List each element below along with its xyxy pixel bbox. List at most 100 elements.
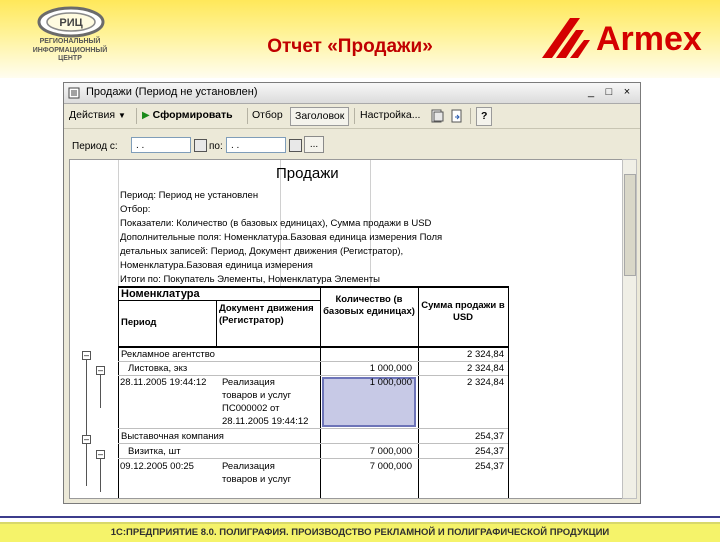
report-param-line: Номенклатура.Базовая единица измерения <box>120 260 313 271</box>
period-from-label: Период с: <box>72 141 118 152</box>
row-document-line: Реализация <box>222 461 275 472</box>
table-border <box>118 286 119 498</box>
collapse-group-icon[interactable]: – <box>82 435 91 444</box>
row-sum: 2 324,84 <box>467 377 504 388</box>
report-table: Номенклатура Период Документ движения (Р… <box>118 286 509 498</box>
col-sum: Сумма продажи в USD <box>421 300 505 323</box>
row-date: 09.12.2005 00:25 <box>120 461 194 472</box>
row-qty: 1 000,000 <box>369 377 412 388</box>
collapse-group-icon[interactable]: – <box>96 366 105 375</box>
report-param-line: Итоги по: Покупатель Элементы, Номенклат… <box>120 274 380 285</box>
row-divider <box>118 428 508 429</box>
save-settings-icon[interactable] <box>430 109 444 123</box>
period-to-input[interactable]: . . <box>226 137 286 153</box>
row-document-line: Реализация <box>222 377 275 388</box>
row-sum: 2 324,84 <box>467 349 504 360</box>
report-window: Продажи (Период не установлен) _ □ × Дей… <box>63 82 641 504</box>
row-item-name: Визитка, шт <box>128 446 181 457</box>
rits-logo-text: РЕГИОНАЛЬНЫЙ ИНФОРМАЦИОННЫЙ ЦЕНТР <box>32 38 108 62</box>
vertical-scrollbar[interactable] <box>622 159 637 499</box>
group-line <box>86 356 87 486</box>
row-qty: 7 000,000 <box>369 446 412 457</box>
row-date: 28.11.2005 19:44:12 <box>120 377 207 388</box>
toolbar-separator <box>354 108 355 124</box>
col-period: Период <box>121 317 157 328</box>
settings-button[interactable]: Настройка... <box>360 107 420 124</box>
row-divider <box>118 361 508 362</box>
report-toolbar: Действия ▼ ▶ Сформировать Отбор Заголово… <box>64 104 640 129</box>
report-param-line: детальных записей: Период, Документ движ… <box>120 246 404 257</box>
col-quantity: Количество (в базовых единицах) <box>323 294 415 317</box>
play-icon: ▶ <box>142 110 150 121</box>
row-divider <box>118 458 508 459</box>
toolbar-separator <box>470 108 471 124</box>
report-title: Продажи <box>276 165 339 182</box>
slide-title: Отчет «Продажи» <box>267 36 433 57</box>
chevron-down-icon: ▼ <box>117 111 126 120</box>
grid-line <box>118 160 119 286</box>
filter-button[interactable]: Отбор <box>252 107 283 124</box>
table-border <box>118 346 508 348</box>
generate-button[interactable]: ▶ Сформировать <box>142 107 233 124</box>
row-document-line: ПС000002 от <box>222 403 280 414</box>
close-button[interactable]: × <box>620 85 634 99</box>
window-title: Продажи (Период не установлен) <box>86 86 258 98</box>
header-toggle-button[interactable]: Заголовок <box>290 107 350 126</box>
armex-wordmark: Armex <box>596 20 702 58</box>
generate-label: Сформировать <box>152 109 233 121</box>
report-spreadsheet[interactable]: Продажи Период: Период не установлен Отб… <box>69 159 624 499</box>
row-document-line: товаров и услуг <box>222 474 292 485</box>
period-bar: Период с: . . по: . . ... <box>64 129 640 159</box>
collapse-group-icon[interactable]: – <box>82 351 91 360</box>
row-qty: 7 000,000 <box>369 461 412 472</box>
slide-footer: 1С:ПРЕДПРИЯТИЕ 8.0. ПОЛИГРАФИЯ. ПРОИЗВОД… <box>0 522 720 542</box>
toolbar-separator <box>247 108 248 124</box>
slide-header: РИЦ РЕГИОНАЛЬНЫЙ ИНФОРМАЦИОННЫЙ ЦЕНТР От… <box>0 0 720 78</box>
actions-menu[interactable]: Действия ▼ <box>69 107 126 124</box>
group-line <box>100 372 101 408</box>
help-button[interactable]: ? <box>476 107 493 126</box>
report-param-line: Период: Период не установлен <box>120 190 259 201</box>
row-customer-name: Выставочная компания <box>121 431 224 442</box>
calendar-icon[interactable] <box>289 139 302 152</box>
table-border <box>508 286 509 498</box>
restore-settings-icon[interactable] <box>450 109 464 123</box>
report-icon <box>68 87 80 99</box>
period-select-button[interactable]: ... <box>304 136 324 153</box>
report-param-line: Дополнительные поля: Номенклатура.Базова… <box>120 232 443 243</box>
row-sum: 254,37 <box>474 431 504 442</box>
minimize-button[interactable]: _ <box>584 85 598 99</box>
armex-logo-icon: Armex <box>542 18 702 58</box>
collapse-group-icon[interactable]: – <box>96 450 105 459</box>
row-document-line: 28.11.2005 19:44:12 <box>222 416 309 427</box>
rits-abbrev: РИЦ <box>59 17 82 29</box>
row-item-name: Листовка, экз <box>128 363 188 374</box>
rits-logo-icon: РИЦ <box>37 6 105 38</box>
row-customer-name: Рекламное агентство <box>121 349 215 360</box>
col-document: Документ движения (Регистратор) <box>219 303 314 326</box>
row-sum: 254,37 <box>474 446 504 457</box>
row-qty: 1 000,000 <box>369 363 412 374</box>
footer-text: 1С:ПРЕДПРИЯТИЕ 8.0. ПОЛИГРАФИЯ. ПРОИЗВОД… <box>110 527 610 538</box>
table-border <box>320 286 321 498</box>
window-titlebar: Продажи (Период не установлен) _ □ × <box>64 83 640 104</box>
scrollbar-thumb[interactable] <box>624 174 636 276</box>
report-param-line: Отбор: <box>120 204 151 215</box>
row-sum: 2 324,84 <box>467 363 504 374</box>
table-border <box>418 286 419 498</box>
row-document-line: товаров и услуг <box>222 390 292 401</box>
col-nomenclature: Номенклатура <box>121 288 200 300</box>
period-from-input[interactable]: . . <box>131 137 191 153</box>
period-to-label: по: <box>209 141 223 152</box>
row-divider <box>118 443 508 444</box>
actions-label: Действия <box>69 109 116 121</box>
report-param-line: Показатели: Количество (в базовых единиц… <box>120 218 432 229</box>
group-line <box>100 456 101 492</box>
table-border <box>118 300 320 301</box>
footer-divider <box>0 516 720 518</box>
row-divider <box>118 375 508 376</box>
table-border <box>216 300 217 346</box>
row-sum: 254,37 <box>474 461 504 472</box>
maximize-button[interactable]: □ <box>602 85 616 99</box>
calendar-icon[interactable] <box>194 139 207 152</box>
